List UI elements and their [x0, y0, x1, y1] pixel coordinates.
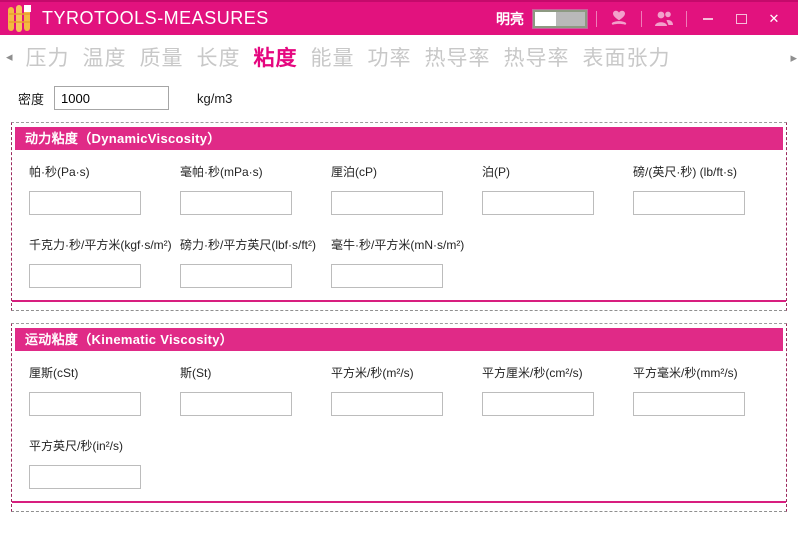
unit-input-lbf-s-ft2[interactable] — [180, 264, 292, 288]
unit-label: 平方米/秒(m²/s) — [331, 366, 414, 380]
field-cell: 平方米/秒(m²/s) — [331, 364, 482, 416]
unit-input-mn-s-m2[interactable] — [331, 264, 443, 288]
tab-viscosity[interactable]: 粘度 — [254, 42, 298, 72]
app-logo-icon — [8, 5, 31, 32]
unit-input-lb-ft-s[interactable] — [633, 191, 745, 215]
theme-toggle-handle[interactable] — [535, 11, 556, 26]
field-cell: 平方英尺/秒(in²/s) — [29, 437, 180, 489]
unit-input-in2-s[interactable] — [29, 465, 141, 489]
kinematic-viscosity-fields: 厘斯(cSt) 斯(St) 平方米/秒(m²/s) 平方厘米/秒(cm²/s) … — [15, 351, 783, 489]
unit-input-kgf-s-m2[interactable] — [29, 264, 141, 288]
unit-label: 厘泊(cP) — [331, 165, 377, 179]
unit-input-mm2-s[interactable] — [633, 392, 745, 416]
field-cell: 平方厘米/秒(cm²/s) — [482, 364, 633, 416]
titlebar: TYROTOOLS-MEASURES 明亮 ✕ — [0, 0, 798, 35]
unit-input-mpa-s[interactable] — [180, 191, 292, 215]
unit-label: 千克力·秒/平方米(kgf·s/m²) — [29, 238, 172, 252]
unit-label: 斯(St) — [180, 366, 212, 380]
unit-input-st[interactable] — [180, 392, 292, 416]
tab-length[interactable]: 长度 — [197, 42, 241, 72]
category-tabbar: ◂ 压力 温度 质量 长度 粘度 能量 功率 热导率 热导率 表面张力 ▸ — [0, 35, 798, 79]
tab-surface-tension[interactable]: 表面张力 — [583, 42, 671, 72]
app-title: TYROTOOLS-MEASURES — [42, 8, 269, 28]
field-cell: 厘斯(cSt) — [29, 364, 180, 416]
tab-thermal-conductivity-2[interactable]: 热导率 — [504, 42, 570, 72]
unit-input-m2-s[interactable] — [331, 392, 443, 416]
dynamic-viscosity-header: 动力粘度（DynamicViscosity） — [15, 127, 783, 150]
field-cell: 泊(P) — [482, 163, 633, 215]
unit-input-cm2-s[interactable] — [482, 392, 594, 416]
field-cell: 斯(St) — [180, 364, 331, 416]
minimize-icon — [703, 17, 713, 20]
field-cell: 千克力·秒/平方米(kgf·s/m²) — [29, 236, 180, 288]
density-label: 密度 — [18, 91, 45, 107]
titlebar-separator — [641, 10, 642, 27]
unit-label: 平方毫米/秒(mm²/s) — [633, 366, 738, 380]
unit-input-p[interactable] — [482, 191, 594, 215]
unit-input-cst[interactable] — [29, 392, 141, 416]
theme-label: 明亮 — [496, 10, 524, 27]
field-cell: 磅/(英尺·秒) (lb/ft·s) — [633, 163, 784, 215]
unit-input-pa-s[interactable] — [29, 191, 141, 215]
kinematic-viscosity-header: 运动粘度（Kinematic Viscosity） — [15, 328, 783, 351]
prev-tab-arrow-icon[interactable]: ◂ — [6, 49, 13, 65]
unit-label: 平方英尺/秒(in²/s) — [29, 439, 123, 453]
dynamic-viscosity-fields: 帕·秒(Pa·s) 毫帕·秒(mPa·s) 厘泊(cP) 泊(P) 磅/(英尺·… — [15, 150, 783, 288]
donate-heart-icon[interactable] — [606, 8, 632, 30]
density-input[interactable] — [54, 86, 170, 110]
unit-label: 厘斯(cSt) — [29, 366, 79, 380]
next-tab-arrow-icon[interactable]: ▸ — [789, 50, 797, 66]
tab-pressure[interactable]: 压力 — [26, 42, 70, 72]
unit-label: 磅力·秒/平方英尺(lbf·s/ft²) — [180, 238, 316, 252]
kinematic-viscosity-section: 运动粘度（Kinematic Viscosity） 厘斯(cSt) 斯(St) … — [11, 323, 787, 512]
section-bottom-line — [12, 501, 786, 503]
unit-label: 毫牛·秒/平方米(mN·s/m²) — [331, 238, 465, 252]
tab-power[interactable]: 功率 — [368, 42, 412, 72]
unit-label: 磅/(英尺·秒) (lb/ft·s) — [633, 165, 737, 179]
field-cell: 毫帕·秒(mPa·s) — [180, 163, 331, 215]
unit-label: 平方厘米/秒(cm²/s) — [482, 366, 583, 380]
tab-temperature[interactable]: 温度 — [83, 42, 127, 72]
theme-toggle[interactable] — [532, 8, 588, 29]
section-bottom-line — [12, 300, 786, 302]
density-row: 密度 kg/m3 — [18, 86, 798, 110]
tab-energy[interactable]: 能量 — [311, 42, 355, 72]
maximize-icon — [735, 13, 747, 24]
density-unit-label: kg/m3 — [197, 90, 233, 106]
close-icon: ✕ — [768, 11, 780, 26]
field-cell: 厘泊(cP) — [331, 163, 482, 215]
close-button[interactable]: ✕ — [762, 9, 786, 29]
field-cell: 帕·秒(Pa·s) — [29, 163, 180, 215]
dynamic-viscosity-section: 动力粘度（DynamicViscosity） 帕·秒(Pa·s) 毫帕·秒(mP… — [11, 122, 787, 311]
unit-label: 毫帕·秒(mPa·s) — [180, 165, 263, 179]
field-cell: 平方毫米/秒(mm²/s) — [633, 364, 784, 416]
unit-label: 泊(P) — [482, 165, 510, 179]
tab-mass[interactable]: 质量 — [140, 42, 184, 72]
minimize-button[interactable] — [696, 9, 720, 29]
titlebar-separator — [686, 10, 687, 27]
unit-input-cp[interactable] — [331, 191, 443, 215]
maximize-button[interactable] — [729, 9, 753, 29]
tab-thermal-conductivity[interactable]: 热导率 — [425, 42, 491, 72]
field-cell: 磅力·秒/平方英尺(lbf·s/ft²) — [180, 236, 331, 288]
field-cell: 毫牛·秒/平方米(mN·s/m²) — [331, 236, 482, 288]
titlebar-separator — [596, 10, 597, 27]
unit-label: 帕·秒(Pa·s) — [29, 165, 90, 179]
users-icon[interactable] — [651, 8, 677, 30]
